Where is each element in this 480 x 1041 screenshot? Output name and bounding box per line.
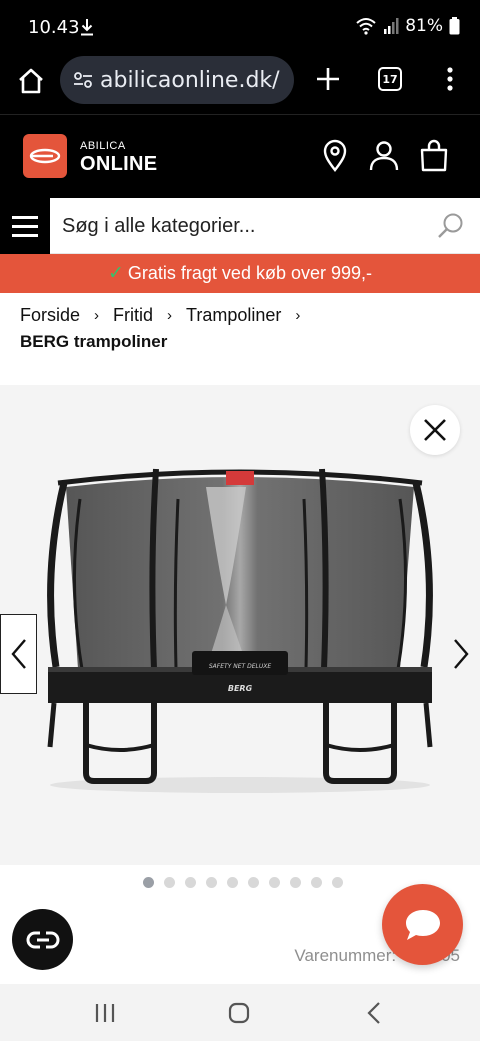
gallery-dot[interactable] (227, 877, 238, 888)
search-input[interactable] (50, 198, 430, 254)
logo-text-big: ONLINE (80, 153, 158, 175)
battery-percent: 81% (405, 16, 443, 36)
tabs-icon[interactable]: 17 (378, 67, 402, 91)
new-tab-icon[interactable] (315, 66, 341, 92)
brand-label: BERG (228, 684, 253, 693)
status-bar: 10.43 81% (0, 0, 480, 52)
overflow-menu-icon[interactable] (440, 64, 460, 94)
product-image: SAFETY NET DELUXE BERG (47, 468, 433, 793)
account-icon[interactable] (367, 139, 401, 173)
breadcrumb-separator: › (295, 307, 301, 324)
promo-text: Gratis fragt ved køb over 999,- (127, 263, 373, 283)
search-row (0, 198, 480, 254)
gallery-dot[interactable] (311, 877, 322, 888)
chevron-left-icon (10, 639, 26, 669)
system-navigation-bar (0, 984, 480, 1041)
gallery-prev-button[interactable] (0, 614, 37, 694)
chat-bubble-icon (405, 909, 440, 940)
breadcrumb-item-forside[interactable]: Forside (20, 305, 80, 326)
gallery-dot[interactable] (269, 877, 280, 888)
download-icon (81, 19, 93, 36)
gallery-dot[interactable] (164, 877, 175, 888)
gallery-dot[interactable] (143, 877, 154, 888)
breadcrumb-separator: › (167, 307, 173, 324)
accessibility-button[interactable] (12, 909, 73, 970)
chevron-right-icon (454, 639, 469, 669)
breadcrumb-item-trampoliner[interactable]: Trampoliner (186, 305, 281, 326)
site-logo[interactable] (23, 134, 67, 178)
breadcrumb-current[interactable]: BERG trampoliner (20, 332, 167, 352)
recent-apps-icon[interactable] (92, 1000, 118, 1026)
gallery-dot[interactable] (206, 877, 217, 888)
check-icon: ✓ (107, 263, 124, 284)
link-icon (26, 931, 59, 948)
signal-icon (384, 18, 399, 34)
status-time: 10.43 (28, 17, 80, 38)
site-settings-icon[interactable] (72, 69, 94, 91)
breadcrumb-separator: › (94, 307, 100, 324)
close-icon (424, 419, 446, 441)
logo-mark-icon (29, 148, 61, 164)
home-icon[interactable] (16, 66, 46, 96)
promo-banner: ✓ Gratis fragt ved køb over 999,- (0, 254, 480, 293)
product-gallery[interactable]: SAFETY NET DELUXE BERG (0, 385, 480, 865)
gallery-dot[interactable] (185, 877, 196, 888)
hamburger-menu-icon[interactable] (0, 198, 50, 254)
gallery-dot[interactable] (248, 877, 259, 888)
logo-text-small: ABILICA (80, 140, 126, 152)
gallery-next-button[interactable] (442, 614, 480, 694)
store-locator-icon[interactable] (318, 139, 352, 173)
back-icon[interactable] (362, 1000, 388, 1026)
wifi-icon (356, 18, 376, 35)
status-right: 81% (355, 16, 460, 36)
search-icon[interactable] (436, 211, 466, 241)
url-text: abilicaonline.dk/ (100, 67, 280, 93)
gallery-dot[interactable] (332, 877, 343, 888)
browser-toolbar: abilicaonline.dk/ 17 (0, 52, 480, 114)
close-gallery-button[interactable] (410, 405, 460, 455)
cart-icon[interactable] (417, 139, 451, 173)
battery-icon (449, 17, 460, 35)
breadcrumb-item-fritid[interactable]: Fritid (113, 305, 153, 326)
address-bar[interactable]: abilicaonline.dk/ (60, 56, 294, 104)
site-header: ABILICA ONLINE (0, 114, 480, 198)
net-label: SAFETY NET DELUXE (209, 663, 272, 670)
home-nav-icon[interactable] (226, 1000, 252, 1026)
chat-button[interactable] (382, 884, 463, 965)
breadcrumb: Forside › Fritid › Trampoliner › (20, 305, 314, 326)
gallery-dot[interactable] (290, 877, 301, 888)
